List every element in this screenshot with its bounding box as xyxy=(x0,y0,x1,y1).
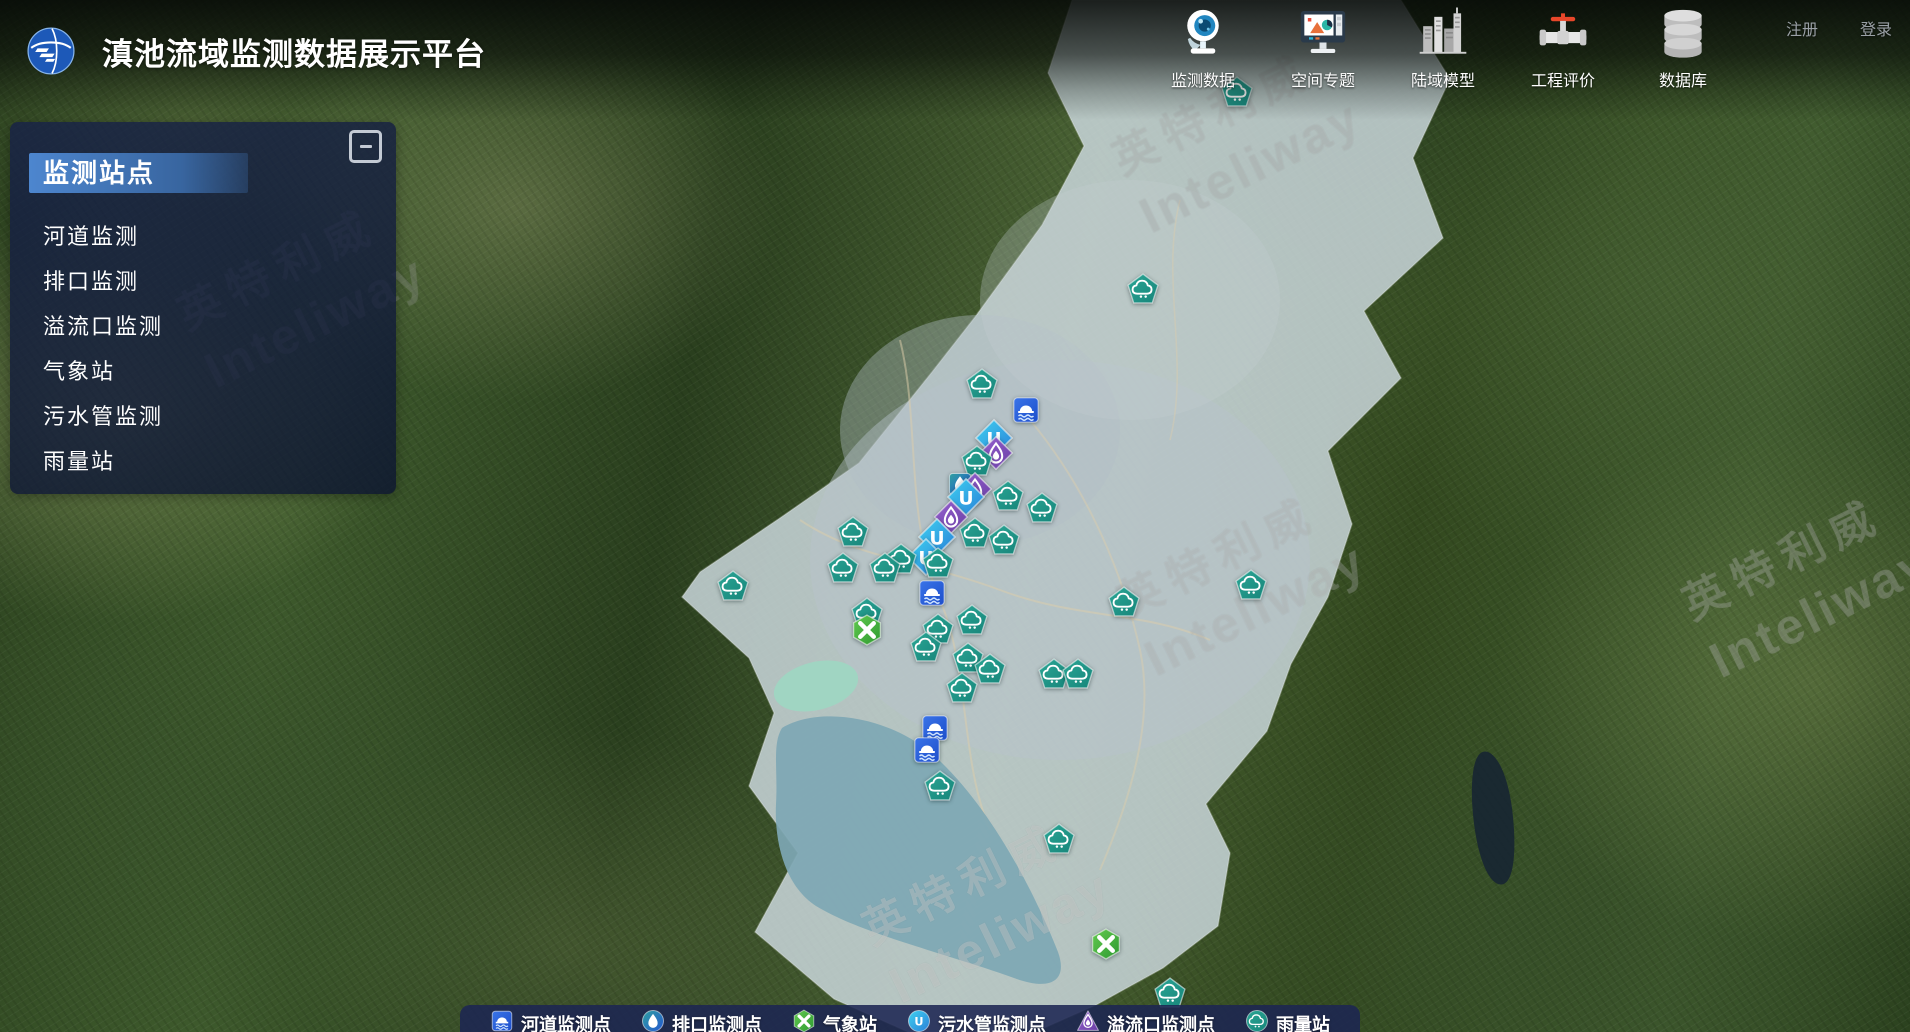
rain-station-marker[interactable] xyxy=(966,368,999,401)
legend-item-river[interactable]: 河道监测点 xyxy=(490,1009,611,1032)
rain-station-marker[interactable] xyxy=(1235,569,1268,602)
legend-item-outfall[interactable]: 排口监测点 xyxy=(641,1009,762,1032)
minimize-icon[interactable] xyxy=(349,130,382,163)
monitor-station-panel: 监测站点 河道监测排口监测溢流口监测气象站污水管监测雨量站 xyxy=(10,122,396,494)
webcam-icon xyxy=(1175,4,1231,65)
river-station-marker[interactable] xyxy=(912,735,942,765)
nav-item-monitor-chart[interactable]: 空间专题 xyxy=(1276,4,1370,91)
nav-label: 数据库 xyxy=(1659,67,1707,91)
rain-station-marker[interactable] xyxy=(717,570,750,603)
weather-station-marker[interactable] xyxy=(1090,928,1123,961)
register-link[interactable]: 注册 xyxy=(1786,16,1818,40)
svg-text:U: U xyxy=(914,1015,923,1028)
rain-station-marker[interactable] xyxy=(827,552,860,585)
login-link[interactable]: 登录 xyxy=(1860,16,1892,40)
nav-item-webcam[interactable]: 监测数据 xyxy=(1156,4,1250,91)
auth-links: 注册 登录 xyxy=(1786,16,1892,40)
platform-logo-icon xyxy=(26,26,76,76)
river-station-marker[interactable] xyxy=(1011,395,1041,425)
sidebar-title[interactable]: 监测站点 xyxy=(29,153,248,193)
rain-station-marker[interactable] xyxy=(992,480,1025,513)
legend-label: 河道监测点 xyxy=(521,1011,611,1032)
rain-station-marker[interactable] xyxy=(1127,273,1160,306)
weather-station-marker[interactable] xyxy=(851,614,884,647)
river-station-marker[interactable] xyxy=(917,578,947,608)
legend-label: 雨量站 xyxy=(1276,1011,1330,1032)
legend-label: 气象站 xyxy=(823,1011,877,1032)
rain-station-marker[interactable] xyxy=(956,604,989,637)
nav-item-pipe-valve[interactable]: 工程评价 xyxy=(1516,4,1610,91)
top-header: 滇池流域监测数据展示平台 监测数据 空间专题 陆域模型 工程评价 数据库 注册 … xyxy=(0,0,1910,120)
map-legend-bar: 河道监测点 排口监测点 气象站 U 污水管监测点 溢流口监测点 雨量站 xyxy=(460,1005,1360,1032)
rain-station-marker[interactable] xyxy=(837,516,870,549)
nav-item-database[interactable]: 数据库 xyxy=(1636,4,1730,91)
sidebar-item-2[interactable]: 溢流口监测 xyxy=(43,304,376,349)
monitor-chart-icon xyxy=(1295,4,1351,65)
overflow-outlet-icon xyxy=(1076,1009,1100,1032)
sidebar-item-0[interactable]: 河道监测 xyxy=(43,214,376,259)
rain-station-marker[interactable] xyxy=(988,524,1021,557)
rain-station-marker[interactable] xyxy=(924,770,957,803)
sidebar-item-4[interactable]: 污水管监测 xyxy=(43,394,376,439)
outfall-monitor-icon xyxy=(641,1009,665,1032)
rain-station-marker[interactable] xyxy=(1043,823,1076,856)
nav-label: 监测数据 xyxy=(1171,67,1235,91)
rain-station-marker[interactable] xyxy=(922,547,955,580)
rain-station-marker[interactable] xyxy=(1108,586,1141,619)
rain-station-marker[interactable] xyxy=(946,672,979,705)
database-icon xyxy=(1655,4,1711,65)
pipe-valve-icon xyxy=(1535,4,1591,65)
main-nav: 监测数据 空间专题 陆域模型 工程评价 数据库 xyxy=(1156,4,1730,91)
nav-label: 陆域模型 xyxy=(1411,67,1475,91)
page-title: 滇池流域监测数据展示平台 xyxy=(102,29,486,74)
legend-item-rain[interactable]: 雨量站 xyxy=(1245,1009,1330,1032)
legend-label: 污水管监测点 xyxy=(938,1011,1046,1032)
sidebar-item-list: 河道监测排口监测溢流口监测气象站污水管监测雨量站 xyxy=(43,214,376,484)
rain-station-marker[interactable] xyxy=(869,552,902,585)
rain-station-marker[interactable] xyxy=(1062,658,1095,691)
sewage-pipe-icon: U xyxy=(907,1009,931,1032)
legend-label: 溢流口监测点 xyxy=(1107,1011,1215,1032)
sidebar-item-3[interactable]: 气象站 xyxy=(43,349,376,394)
buildings-icon xyxy=(1415,4,1471,65)
sidebar-item-1[interactable]: 排口监测 xyxy=(43,259,376,304)
east-lake xyxy=(1472,751,1515,884)
nav-item-buildings[interactable]: 陆域模型 xyxy=(1396,4,1490,91)
weather-station-icon xyxy=(792,1009,816,1032)
legend-item-sewage[interactable]: U 污水管监测点 xyxy=(907,1009,1046,1032)
legend-label: 排口监测点 xyxy=(672,1011,762,1032)
map-stage[interactable]: 英特利威 Inteliway英特利威 Inteliway英特利威 Inteliw… xyxy=(0,0,1910,1032)
river-monitor-icon xyxy=(490,1009,514,1032)
legend-item-weather[interactable]: 气象站 xyxy=(792,1009,877,1032)
rain-station-marker[interactable] xyxy=(910,631,943,664)
nav-label: 空间专题 xyxy=(1291,67,1355,91)
rain-station-marker[interactable] xyxy=(1026,492,1059,525)
sidebar-item-5[interactable]: 雨量站 xyxy=(43,439,376,484)
legend-item-overflow[interactable]: 溢流口监测点 xyxy=(1076,1009,1215,1032)
brand: 滇池流域监测数据展示平台 xyxy=(26,26,486,76)
nav-label: 工程评价 xyxy=(1531,67,1595,91)
rain-gauge-icon xyxy=(1245,1009,1269,1032)
